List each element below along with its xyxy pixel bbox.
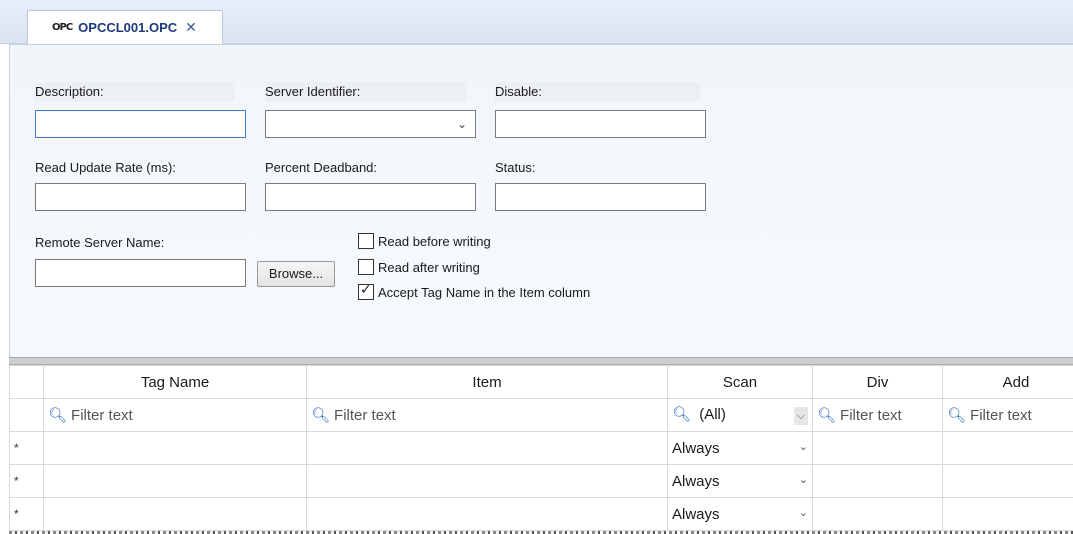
status-field[interactable] <box>495 183 706 211</box>
browse-button[interactable]: Browse... <box>257 261 335 287</box>
accept-tag-name-option[interactable]: Accept Tag Name in the Item column <box>358 282 590 302</box>
cell-scan[interactable]: Always ⌄ <box>667 497 813 531</box>
cell-div[interactable] <box>812 497 943 531</box>
column-header-div[interactable]: Div <box>812 365 943 399</box>
cell-scan[interactable]: Always ⌄ <box>667 431 813 465</box>
read-after-writing-label: Read after writing <box>378 259 480 275</box>
new-row-marker: * <box>9 497 44 531</box>
tab-title: OPCCL001.OPC <box>78 20 178 35</box>
panel-splitter[interactable] <box>9 357 1073 365</box>
cell-tag-name[interactable] <box>43 464 307 498</box>
search-icon: 🔍︎ <box>947 406 967 424</box>
percent-deadband-field[interactable] <box>265 183 476 211</box>
cell-add[interactable] <box>942 431 1073 465</box>
table-row[interactable]: * Always ⌄ <box>9 497 1073 531</box>
accept-tag-name-checkbox[interactable] <box>358 282 374 300</box>
read-update-rate-field[interactable] <box>35 183 246 211</box>
table-row[interactable]: * Always ⌄ <box>9 431 1073 465</box>
read-before-writing-label: Read before writing <box>378 233 491 249</box>
search-icon: 🔍︎ <box>48 406 68 424</box>
chevron-down-icon[interactable]: ⌄ <box>799 440 808 453</box>
filter-row: 🔍︎ Filter text 🔍︎ Filter text 🔍︎ (All) ⌵ 🔍︎… <box>9 398 1073 432</box>
opc-driver-icon: OPC <box>52 22 73 33</box>
read-before-writing-option[interactable]: Read before writing <box>358 231 491 251</box>
cell-tag-name[interactable] <box>43 497 307 531</box>
tab-opccl001[interactable]: OPC OPCCL001.OPC ✕ <box>27 10 223 44</box>
chevron-down-icon[interactable]: ⌵ <box>793 407 808 425</box>
read-before-writing-checkbox[interactable] <box>358 233 374 249</box>
chevron-down-icon[interactable]: ⌄ <box>799 506 808 519</box>
remote-server-name-label: Remote Server Name: <box>35 235 165 250</box>
close-icon[interactable]: ✕ <box>185 20 197 36</box>
driver-settings-panel: Description: Server Identifier: ⌄ Disabl… <box>9 44 1073 357</box>
read-after-writing-checkbox[interactable] <box>358 259 374 275</box>
row-header-corner <box>9 365 44 399</box>
description-label: Description: <box>35 82 235 102</box>
filter-tag-name[interactable]: 🔍︎ Filter text <box>43 398 307 432</box>
table-row[interactable]: * Always ⌄ <box>9 464 1073 498</box>
filter-item[interactable]: 🔍︎ Filter text <box>306 398 668 432</box>
search-icon: 🔍︎ <box>672 405 692 423</box>
read-update-rate-label: Read Update Rate (ms): <box>35 160 176 175</box>
cell-item[interactable] <box>306 464 668 498</box>
cell-item[interactable] <box>306 431 668 465</box>
column-header-item[interactable]: Item <box>306 365 668 399</box>
cell-item[interactable] <box>306 497 668 531</box>
search-icon: 🔍︎ <box>817 406 837 424</box>
cell-tag-name[interactable] <box>43 431 307 465</box>
search-icon: 🔍︎ <box>311 406 331 424</box>
cell-scan[interactable]: Always ⌄ <box>667 464 813 498</box>
filter-add[interactable]: 🔍︎ Filter text <box>942 398 1073 432</box>
description-field[interactable] <box>35 110 246 138</box>
read-after-writing-option[interactable]: Read after writing <box>358 257 480 277</box>
filter-div[interactable]: 🔍︎ Filter text <box>812 398 943 432</box>
accept-tag-name-label: Accept Tag Name in the Item column <box>378 284 591 300</box>
server-identifier-label: Server Identifier: <box>265 82 467 102</box>
remote-server-name-field[interactable] <box>35 259 246 287</box>
percent-deadband-label: Percent Deadband: <box>265 160 378 175</box>
filter-row-header <box>9 398 44 432</box>
cell-div[interactable] <box>812 431 943 465</box>
tags-grid: Tag Name Item Scan Div Add 🔍︎ Filter text… <box>9 365 1073 534</box>
server-identifier-dropdown[interactable]: ⌄ <box>265 110 476 138</box>
chevron-down-icon: ⌄ <box>456 117 467 131</box>
cell-div[interactable] <box>812 464 943 498</box>
disable-field[interactable] <box>495 110 706 138</box>
cell-add[interactable] <box>942 497 1073 531</box>
document-tab-strip: OPC OPCCL001.OPC ✕ <box>0 0 1073 44</box>
status-label: Status: <box>495 160 536 175</box>
new-row-marker: * <box>9 464 44 498</box>
new-row-marker: * <box>9 431 44 465</box>
chevron-down-icon[interactable]: ⌄ <box>799 473 808 486</box>
column-header-scan[interactable]: Scan <box>667 365 813 399</box>
disable-label: Disable: <box>495 82 700 102</box>
column-header-add[interactable]: Add <box>942 365 1073 399</box>
filter-scan[interactable]: 🔍︎ (All) ⌵ <box>667 398 813 432</box>
column-header-tag-name[interactable]: Tag Name <box>43 365 307 399</box>
cell-add[interactable] <box>942 464 1073 498</box>
grid-header-row: Tag Name Item Scan Div Add <box>9 365 1073 399</box>
